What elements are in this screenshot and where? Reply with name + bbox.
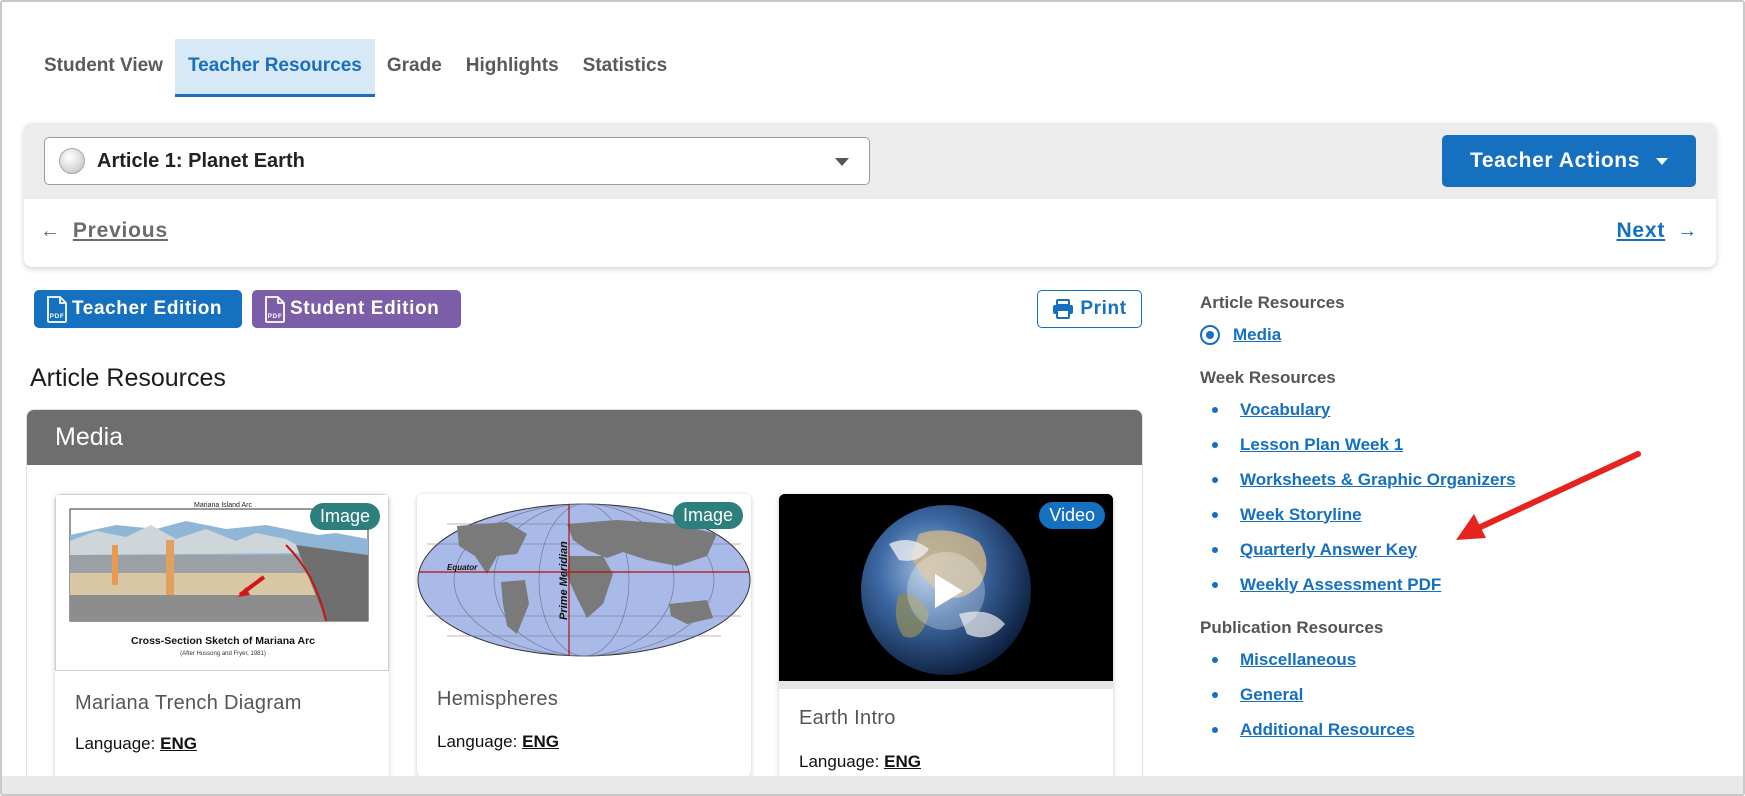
teacher-edition-label: Teacher Edition [72,298,223,319]
printer-icon [1053,299,1074,319]
media-card-language: Language: ENG [437,732,559,752]
annotation-arrow-icon [1456,451,1641,540]
sidebar-item-label[interactable]: Additional Resources [1240,720,1415,740]
sidebar-item-general[interactable]: General [1200,677,1700,712]
radio-selected-icon [1200,324,1220,345]
earth-intro-video-thumbnail[interactable]: Video [779,494,1113,681]
bottom-scroll-edge [2,776,1743,794]
status-circle-icon [59,148,85,174]
teacher-actions-label: Teacher Actions [1469,149,1641,172]
svg-text:Mariana Island Arc: Mariana Island Arc [194,502,252,509]
sidebar-item-weekly-assessment[interactable]: Weekly Assessment PDF [1200,567,1700,602]
media-card-language: Language: ENG [75,734,197,754]
bullet-icon [1212,476,1218,483]
svg-text:Cross-Section Sketch of Marian: Cross-Section Sketch of Mariana Arc [131,635,315,647]
svg-text:Equator: Equator [447,563,478,572]
sidebar-item-label[interactable]: Lesson Plan Week 1 [1240,435,1403,455]
article-select-dropdown[interactable]: Article 1: Planet Earth [44,137,870,185]
bullet-icon [1212,441,1218,448]
svg-text:Prime Meridian: Prime Meridian [558,541,570,620]
article-select-value: Article 1: Planet Earth [97,149,305,172]
view-tabs: Student View Teacher Resources Grade Hig… [32,39,679,97]
media-type-badge: Image [309,503,380,530]
svg-text:PDF: PDF [50,313,65,320]
bullet-icon [1212,581,1218,588]
bullet-icon [1212,406,1218,413]
language-link[interactable]: ENG [160,734,197,753]
arrow-right-icon: → [1677,219,1698,242]
bullet-icon [1212,691,1218,698]
mariana-trench-thumbnail[interactable]: Mariana Island Arc Cross-Section Sketch … [55,494,389,671]
app-frame: Student View Teacher Resources Grade Hig… [0,0,1745,796]
sidebar-heading-publication: Publication Resources [1200,618,1384,637]
language-label: Language: [437,732,518,751]
sidebar-item-label[interactable]: Weekly Assessment PDF [1240,575,1441,595]
media-panel-header: Media [27,410,1142,465]
previous-link[interactable]: ← Previous [40,219,168,243]
language-label: Language: [799,752,880,771]
language-label: Language: [75,734,156,753]
media-type-badge: Video [1039,502,1105,529]
sidebar-item-label[interactable]: General [1240,685,1303,705]
svg-text:(After Hussong and Fryer, 1981: (After Hussong and Fryer, 1981) [180,651,266,657]
sidebar-item-additional-resources[interactable]: Additional Resources [1200,712,1700,747]
teacher-actions-button[interactable]: Teacher Actions [1442,135,1696,187]
arrow-left-icon: ← [40,219,61,242]
sidebar-heading-week: Week Resources [1200,368,1336,387]
tab-teacher-resources[interactable]: Teacher Resources [174,39,375,97]
print-label: Print [1080,298,1127,319]
article-header-card: Article 1: Planet Earth Teacher Actions … [24,123,1716,267]
sidebar-item-label[interactable]: Quarterly Answer Key [1240,540,1417,560]
media-card-title[interactable]: Earth Intro [799,707,896,730]
bullet-icon [1212,656,1218,663]
tab-grade[interactable]: Grade [375,39,454,97]
media-card-title[interactable]: Hemispheres [437,688,558,711]
media-panel: Media Mariana Island Arc Cross-Section S… [26,409,1143,794]
chevron-down-icon [835,158,849,166]
bullet-icon [1212,546,1218,553]
tab-student-view[interactable]: Student View [32,39,175,97]
media-card-earth-intro[interactable]: Video Earth Intro Language: ENG [779,494,1113,794]
pdf-file-icon: PDF [47,295,67,323]
svg-text:PDF: PDF [268,313,283,320]
caret-down-icon [1656,157,1669,165]
tab-highlights[interactable]: Highlights [454,39,571,97]
media-card-language: Language: ENG [799,752,921,772]
sidebar-item-label[interactable]: Media [1233,325,1281,345]
sidebar-item-label[interactable]: Week Storyline [1240,505,1362,525]
media-card-mariana-trench[interactable]: Mariana Island Arc Cross-Section Sketch … [55,494,389,782]
sidebar-item-vocabulary[interactable]: Vocabulary [1200,392,1700,427]
article-toolbar: Article 1: Planet Earth Teacher Actions [24,123,1716,199]
sidebar-item-media[interactable]: Media [1200,317,1700,352]
hemispheres-thumbnail[interactable]: Equator Prime Meridian Image [417,494,751,671]
language-link[interactable]: ENG [884,752,921,771]
bullet-icon [1212,726,1218,733]
next-label: Next [1616,219,1666,242]
sidebar-heading-article: Article Resources [1200,293,1345,312]
article-pagination: ← Previous Next → [24,199,1716,267]
previous-label: Previous [72,219,168,242]
student-edition-button[interactable]: PDF Student Edition [252,290,461,328]
sidebar-item-label[interactable]: Miscellaneous [1240,650,1356,670]
media-type-badge: Image [672,502,743,529]
bullet-icon [1212,511,1218,518]
tab-statistics[interactable]: Statistics [571,39,679,97]
sidebar-item-miscellaneous[interactable]: Miscellaneous [1200,642,1700,677]
student-edition-label: Student Edition [290,298,440,319]
print-button[interactable]: Print [1037,290,1142,328]
teacher-edition-button[interactable]: PDF Teacher Edition [34,290,242,328]
video-progress-track[interactable] [779,681,1113,689]
media-card-title[interactable]: Mariana Trench Diagram [75,692,302,715]
page-title: Article Resources [30,364,226,392]
pdf-file-icon: PDF [265,295,285,323]
media-card-hemispheres[interactable]: Equator Prime Meridian Image Hemispheres… [417,494,751,777]
next-link[interactable]: Next → [1616,219,1698,243]
language-link[interactable]: ENG [522,732,559,751]
sidebar-item-label[interactable]: Vocabulary [1240,400,1330,420]
